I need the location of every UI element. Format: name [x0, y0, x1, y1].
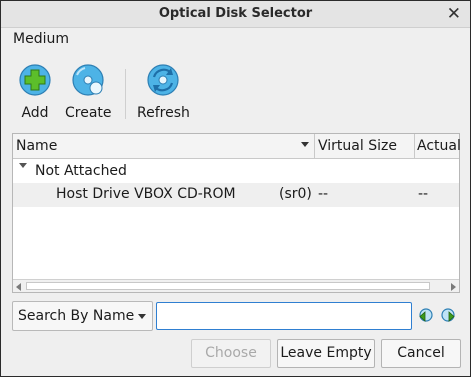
group-label: Not Attached	[35, 163, 127, 179]
close-icon[interactable]: ✕	[447, 4, 461, 24]
create-disk-icon	[72, 64, 104, 96]
column-header-name[interactable]: Name	[16, 138, 306, 154]
menu-bar: Medium	[1, 29, 470, 51]
leave-empty-button[interactable]: Leave Empty	[277, 339, 375, 368]
column-divider[interactable]	[414, 134, 415, 159]
create-button[interactable]: Create	[65, 63, 112, 121]
refresh-label: Refresh	[137, 105, 190, 121]
tree-group-row[interactable]: Not Attached	[13, 160, 459, 184]
optical-disk-selector-window: Optical Disk Selector ✕ Medium Add Creat…	[0, 0, 471, 377]
search-mode-select[interactable]: Search By Name	[12, 301, 153, 331]
toolbar-separator	[125, 69, 126, 119]
window-title: Optical Disk Selector	[158, 6, 313, 21]
table-row[interactable]: Host Drive VBOX CD-ROM (sr0) -- --	[13, 183, 459, 207]
sort-descending-icon	[301, 142, 309, 147]
toolbar: Add Create Refresh	[1, 59, 470, 125]
chevron-down-icon	[138, 314, 146, 319]
choose-button[interactable]: Choose	[191, 339, 271, 368]
horizontal-scrollbar[interactable]	[13, 279, 459, 292]
create-label: Create	[65, 105, 112, 121]
search-backward-icon[interactable]	[416, 307, 434, 325]
disk-virtual-size: --	[318, 186, 329, 202]
expand-arrow-icon[interactable]	[19, 163, 27, 168]
add-button[interactable]: Add	[18, 63, 52, 121]
search-forward-icon[interactable]	[440, 307, 458, 325]
media-tree-table[interactable]: Name Virtual Size Actual Not Attached Ho…	[12, 133, 461, 293]
add-label: Add	[21, 105, 49, 121]
disk-device: (sr0)	[279, 186, 312, 202]
scrollbar-thumb[interactable]	[26, 282, 430, 290]
add-disk-icon	[19, 64, 51, 96]
table-header: Name Virtual Size Actual	[13, 134, 461, 159]
search-mode-value: Search By Name	[18, 308, 135, 324]
column-divider[interactable]	[314, 134, 315, 159]
menu-medium[interactable]: Medium	[13, 31, 69, 47]
column-header-actual-size[interactable]: Actual	[417, 138, 461, 154]
title-bar: Optical Disk Selector ✕	[1, 1, 470, 28]
refresh-icon	[147, 64, 180, 96]
refresh-button[interactable]: Refresh	[137, 63, 190, 121]
cancel-button[interactable]: Cancel	[381, 339, 461, 368]
column-header-virtual-size[interactable]: Virtual Size	[318, 138, 414, 154]
search-input[interactable]	[156, 302, 412, 330]
disk-actual-size: --	[418, 186, 429, 202]
scroll-right-icon[interactable]	[451, 283, 456, 291]
scroll-left-icon[interactable]	[16, 283, 21, 291]
disk-name: Host Drive VBOX CD-ROM	[56, 186, 236, 202]
